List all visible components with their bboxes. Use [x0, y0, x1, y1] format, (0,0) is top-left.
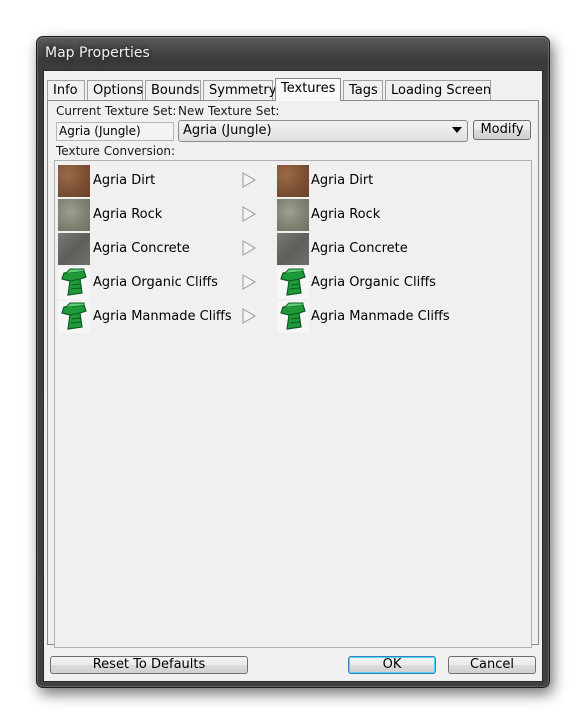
modify-button[interactable]: Modify	[473, 120, 531, 140]
dirt-texture-icon[interactable]	[277, 165, 309, 197]
dropdown-arrow-icon	[452, 127, 462, 133]
new-texture-set-dropdown[interactable]: Agria (Jungle)	[178, 120, 468, 142]
source-texture-name: Agria Rock	[93, 207, 163, 222]
new-texture-set-selected: Agria (Jungle)	[183, 123, 272, 138]
target-texture-name: Agria Concrete	[311, 241, 408, 256]
play-arrow-icon[interactable]	[240, 273, 258, 291]
target-texture-name: Agria Rock	[311, 207, 381, 222]
play-arrow-icon[interactable]	[240, 307, 258, 325]
source-texture-name: Agria Concrete	[93, 241, 190, 256]
target-texture-name: Agria Organic Cliffs	[311, 275, 436, 290]
cancel-button[interactable]: Cancel	[448, 656, 536, 674]
texture-conversion-row: Agria Manmade Cliffs Agria Manmade Cliffs	[55, 299, 531, 333]
organic-cliff-icon[interactable]	[277, 267, 309, 299]
tab-textures[interactable]: Textures	[275, 78, 341, 101]
texture-conversion-list: Agria Dirt Agria Dirt Agria Rock Agria Rock…	[54, 160, 532, 648]
concrete-texture-icon	[58, 233, 90, 265]
texture-conversion-row: Agria Dirt Agria Dirt	[55, 163, 531, 197]
dirt-texture-icon	[58, 165, 90, 197]
organic-cliff-icon	[58, 267, 90, 299]
manmade-cliff-icon	[58, 301, 90, 333]
source-texture-name: Agria Organic Cliffs	[93, 275, 218, 290]
rock-texture-icon	[58, 199, 90, 231]
texture-conversion-row: Agria Rock Agria Rock	[55, 197, 531, 231]
play-arrow-icon[interactable]	[240, 205, 258, 223]
new-texture-set-label: New Texture Set:	[178, 104, 280, 118]
rock-texture-icon[interactable]	[277, 199, 309, 231]
textures-panel-content: Current Texture Set: New Texture Set: Ag…	[46, 0, 538, 724]
play-arrow-icon[interactable]	[240, 171, 258, 189]
target-texture-name: Agria Manmade Cliffs	[311, 309, 450, 324]
texture-conversion-row: Agria Concrete Agria Concrete	[55, 231, 531, 265]
source-texture-name: Agria Manmade Cliffs	[93, 309, 232, 324]
play-arrow-icon[interactable]	[240, 239, 258, 257]
manmade-cliff-icon[interactable]	[277, 301, 309, 333]
reset-to-defaults-button[interactable]: Reset To Defaults	[50, 656, 248, 674]
current-texture-set-label: Current Texture Set:	[56, 104, 177, 118]
concrete-texture-icon[interactable]	[277, 233, 309, 265]
target-texture-name: Agria Dirt	[311, 173, 374, 188]
texture-conversion-row: Agria Organic Cliffs Agria Organic Cliffs	[55, 265, 531, 299]
source-texture-name: Agria Dirt	[93, 173, 156, 188]
texture-conversion-label: Texture Conversion:	[56, 144, 176, 158]
ok-button[interactable]: OK	[348, 656, 436, 674]
current-texture-set-value: Agria (Jungle)	[56, 122, 174, 141]
